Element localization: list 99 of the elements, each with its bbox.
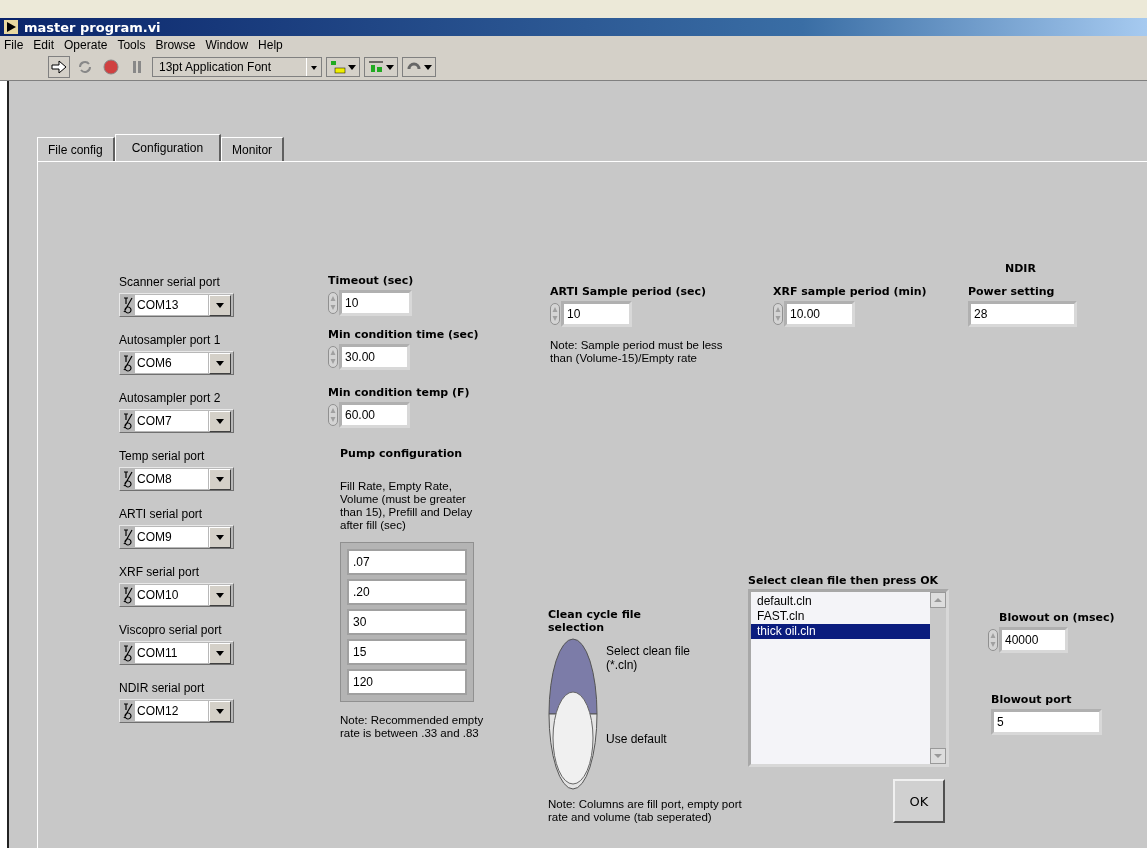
menu-item[interactable]: Browse <box>155 38 196 52</box>
section-title: NDIR <box>1005 262 1037 275</box>
align-dropdown[interactable] <box>326 57 360 77</box>
field-label: Blowout port <box>991 693 1073 706</box>
field-label: ARTI serial port <box>119 507 204 521</box>
field-label: Viscopro serial port <box>119 623 223 637</box>
caret-icon <box>386 64 394 70</box>
note-text: Note: Columns are fill port, empty port rate and volume (tab seperated) <box>548 798 743 824</box>
section-title: Clean cycle file selection <box>548 608 643 634</box>
distribute-dropdown[interactable] <box>364 57 398 77</box>
description-text: Fill Rate, Empty Rate, Volume (must be greater than 15), Prefill and Delay after fill (sec) <box>340 480 474 532</box>
port-dropdown[interactable]: COM7 <box>119 409 234 433</box>
caret-icon <box>216 534 224 540</box>
caret-icon <box>216 418 224 424</box>
io-icon <box>122 702 134 720</box>
port-dropdown[interactable]: COM13 <box>119 293 234 317</box>
field-label: ARTI Sample period (sec) <box>550 285 708 298</box>
section-title: Pump configuration <box>340 447 464 460</box>
field-label: Min condition time (sec) <box>328 328 479 341</box>
file-listbox[interactable]: default.cln FAST.cln thick oil.cln <box>748 589 949 767</box>
io-icon <box>122 412 134 430</box>
menu-item[interactable]: Operate <box>64 38 108 52</box>
field-label: Temp serial port <box>119 449 206 463</box>
list-item[interactable]: default.cln <box>751 594 930 609</box>
field-label: Scanner serial port <box>119 275 221 289</box>
port-dropdown[interactable]: COM6 <box>119 351 234 375</box>
field-label: Timeout (sec) <box>328 274 414 287</box>
spinner-icon[interactable] <box>550 303 560 325</box>
spinner-icon[interactable] <box>773 303 783 325</box>
spinner-icon[interactable] <box>328 346 338 368</box>
align-icon <box>330 60 346 74</box>
port-dropdown[interactable]: COM10 <box>119 583 234 607</box>
font-dropdown[interactable]: 13pt Application Font <box>152 57 322 77</box>
scroll-down-icon[interactable] <box>930 748 946 764</box>
menu-item[interactable]: Tools <box>117 38 146 52</box>
distribute-icon <box>368 60 384 74</box>
menu-item[interactable]: Edit <box>33 38 55 52</box>
caret-icon <box>216 476 224 482</box>
field-label: Blowout on (msec) <box>999 611 1115 624</box>
caret-icon <box>216 708 224 714</box>
number-field[interactable]: 10 <box>561 301 632 327</box>
tab[interactable]: Configuration <box>114 134 222 161</box>
array-field[interactable]: 15 <box>347 639 467 665</box>
caret-icon <box>424 64 432 70</box>
field-label: XRF serial port <box>119 565 201 579</box>
toggle-lower-half[interactable] <box>548 691 598 790</box>
field-label: NDIR serial port <box>119 681 206 695</box>
number-field[interactable]: 60.00 <box>339 402 410 428</box>
port-dropdown[interactable]: COM8 <box>119 467 234 491</box>
io-icon <box>122 470 134 488</box>
io-icon <box>122 644 134 662</box>
caret-icon <box>216 302 224 308</box>
array-field[interactable]: 120 <box>347 669 467 695</box>
tab[interactable]: Monitor <box>221 137 285 161</box>
io-icon <box>122 528 134 546</box>
scroll-up-icon[interactable] <box>930 592 946 608</box>
list-title: Select clean file then press OK <box>748 574 940 587</box>
menu-item[interactable]: Window <box>205 38 249 52</box>
caret-icon <box>216 592 224 598</box>
io-icon <box>122 586 134 604</box>
number-field[interactable]: 10.00 <box>784 301 855 327</box>
field-label: Power setting <box>968 285 1056 298</box>
field-label: Min condition temp (F) <box>328 386 470 399</box>
number-field[interactable]: 30.00 <box>339 344 410 370</box>
number-field[interactable]: 40000 <box>999 627 1068 653</box>
number-field[interactable]: 28 <box>968 301 1077 327</box>
option-label: Use default <box>606 732 668 746</box>
reorder-dropdown[interactable] <box>402 57 436 77</box>
vi-icon <box>4 20 18 34</box>
caret-icon <box>216 650 224 656</box>
spinner-icon[interactable] <box>328 292 338 314</box>
note-text: Note: Sample period must be less than (Volume-15)/Empty rate <box>550 339 724 365</box>
list-item[interactable]: FAST.cln <box>751 609 930 624</box>
spinner-icon[interactable] <box>988 629 998 651</box>
scrollbar[interactable] <box>930 592 946 764</box>
note-text: Note: Recommended empty rate is between .33 and .83 <box>340 714 485 740</box>
array-field[interactable]: 30 <box>347 609 467 635</box>
menu-item[interactable]: Help <box>258 38 283 52</box>
spinner-icon[interactable] <box>328 404 338 426</box>
field-label: Autosampler port 1 <box>119 333 222 347</box>
array-field[interactable]: .20 <box>347 579 467 605</box>
list-item[interactable]: thick oil.cln <box>751 624 930 639</box>
caret-icon <box>216 360 224 366</box>
menu-item[interactable]: File <box>4 38 24 52</box>
io-icon <box>122 296 134 314</box>
number-field[interactable]: 10 <box>339 290 412 316</box>
ok-button[interactable]: OK <box>893 779 945 823</box>
number-field[interactable]: 5 <box>991 709 1102 735</box>
array-field[interactable]: .07 <box>347 549 467 575</box>
field-label: XRF sample period (min) <box>773 285 927 298</box>
port-dropdown[interactable]: COM11 <box>119 641 234 665</box>
port-dropdown[interactable]: COM12 <box>119 699 234 723</box>
port-dropdown[interactable]: COM9 <box>119 525 234 549</box>
caret-icon <box>348 64 356 70</box>
io-icon <box>122 354 134 372</box>
option-label: Select clean file (*.cln) <box>606 644 692 672</box>
window-title: master program.vi <box>24 19 161 35</box>
tab[interactable]: File config <box>37 137 115 161</box>
field-label: Autosampler port 2 <box>119 391 222 405</box>
